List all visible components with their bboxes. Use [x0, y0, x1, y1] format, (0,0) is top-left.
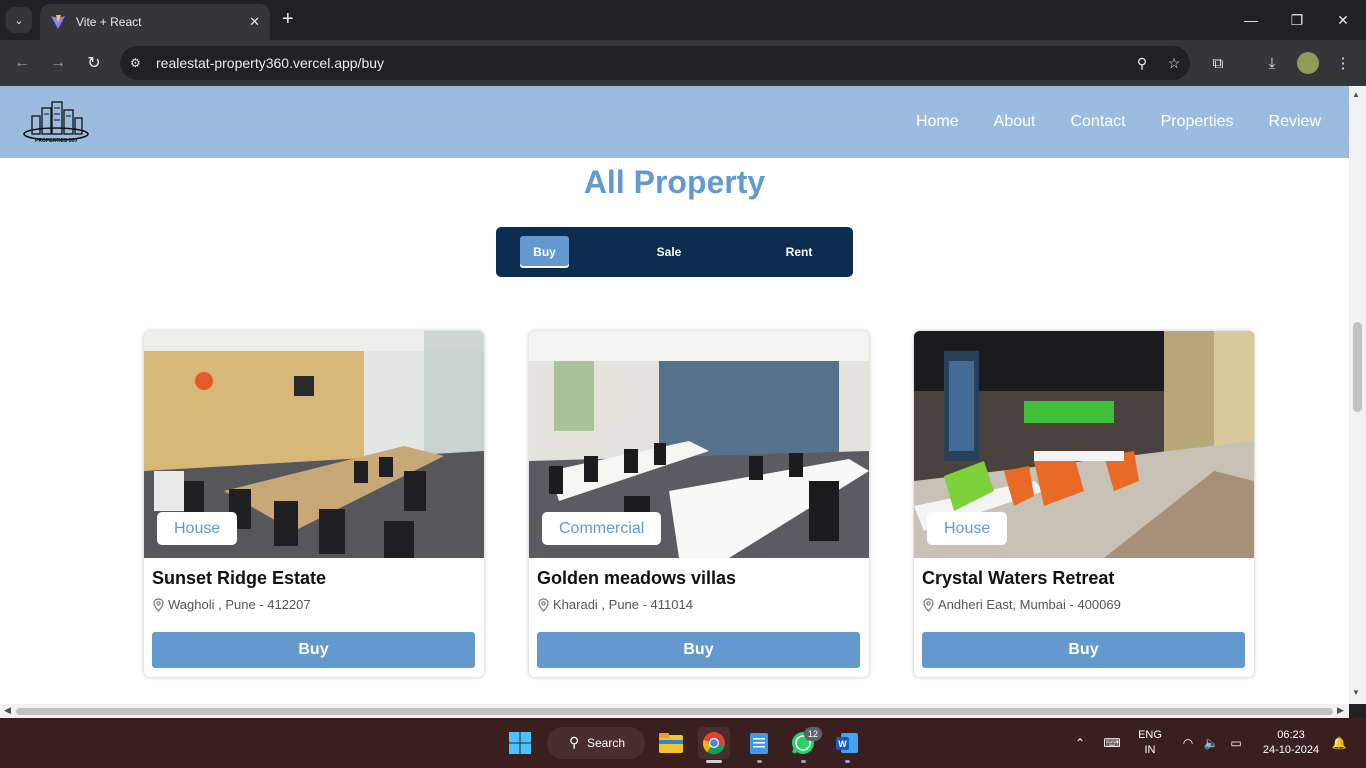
word-icon[interactable]: W — [831, 727, 863, 759]
forward-arrow-icon[interactable]: → — [47, 52, 69, 74]
location-pin-icon — [153, 597, 164, 612]
vertical-scroll-thumb[interactable] — [1353, 322, 1362, 412]
chrome-running-indicator — [706, 760, 722, 763]
address-bar[interactable]: ⚙ realestat-property360.vercel.app/buy ⚲… — [120, 46, 1190, 80]
nav-home[interactable]: Home — [916, 113, 959, 131]
notepad-running-indicator — [757, 760, 762, 763]
tray-overflow-chevron-icon[interactable]: ⌃ — [1068, 718, 1092, 768]
buy-button[interactable]: Buy — [152, 632, 475, 668]
nav-review[interactable]: Review — [1269, 113, 1321, 131]
volume-icon[interactable]: 🔈 — [1200, 718, 1222, 768]
location-text: Wagholi , Pune - 412207 — [168, 597, 311, 612]
region-code: IN — [1144, 744, 1156, 756]
minimize-icon[interactable]: — — [1228, 0, 1274, 40]
page-viewport: PROPERTIES 360 Home About Contact Proper… — [0, 86, 1349, 704]
vite-logo-icon — [51, 15, 65, 29]
site-header: PROPERTIES 360 Home About Contact Proper… — [0, 86, 1349, 158]
wifi-icon[interactable]: ◠ — [1177, 718, 1199, 768]
menu-kebab-icon[interactable]: ⋮ — [1330, 50, 1356, 76]
whatsapp-unread-badge: 12 — [804, 727, 822, 741]
clock-date: 24-10-2024 — [1262, 744, 1320, 756]
site-logo[interactable]: PROPERTIES 360 — [22, 100, 90, 144]
bookmark-star-icon[interactable]: ☆ — [1158, 55, 1190, 72]
keyboard-icon[interactable]: ⌨ — [1100, 718, 1124, 768]
property-location: Kharadi , Pune - 411014 — [537, 597, 693, 612]
location-text: Kharadi , Pune - 411014 — [553, 597, 693, 612]
filter-segment: Buy Sale Rent — [496, 227, 853, 277]
extensions-icon[interactable]: ⧉ — [1205, 50, 1231, 76]
svg-text:W: W — [838, 739, 847, 749]
search-icon: ⚲ — [569, 734, 580, 750]
back-arrow-icon[interactable]: ← — [11, 52, 33, 74]
taskbar-clock[interactable]: 06:23 24-10-2024 — [1256, 728, 1326, 758]
nav-contact[interactable]: Contact — [1070, 113, 1125, 131]
browser-toolbar: ← → ↻ ⚙ realestat-property360.vercel.app… — [0, 40, 1366, 86]
property-type-tag: House — [927, 512, 1008, 545]
browser-tab-strip: ⌄ Vite + React ✕ + — ❐ ✕ — [0, 0, 1366, 40]
property-location: Wagholi , Pune - 412207 — [152, 597, 311, 612]
clock-time: 06:23 — [1277, 729, 1305, 741]
nav-properties[interactable]: Properties — [1161, 113, 1234, 131]
whatsapp-running-indicator — [801, 760, 806, 763]
scroll-up-arrow-icon[interactable]: ▲ — [1352, 90, 1360, 99]
nav-about[interactable]: About — [994, 113, 1036, 131]
property-title: Golden meadows villas — [537, 568, 737, 588]
horizontal-scroll-thumb[interactable] — [16, 708, 1333, 715]
windows-taskbar: ⚲ Search W ⌃ ⌨ ENG IN ◠ 🔈 ▭ 06:23 24-10-… — [0, 718, 1366, 768]
logo-text: PROPERTIES 360 — [35, 138, 77, 144]
scroll-left-arrow-icon[interactable]: ◀ — [4, 705, 11, 716]
vertical-scrollbar[interactable]: ▲ ▼ — [1349, 86, 1366, 704]
site-info-icon[interactable]: ⚙ — [130, 56, 150, 70]
property-card[interactable]: Commercial Golden meadows villas Kharadi… — [529, 331, 869, 677]
new-tab-plus-icon[interactable]: + — [282, 8, 294, 30]
battery-icon[interactable]: ▭ — [1224, 718, 1248, 768]
property-title: Sunset Ridge Estate — [152, 568, 327, 588]
language-code: ENG — [1138, 729, 1162, 741]
filter-buy-button[interactable]: Buy — [520, 236, 569, 268]
property-title: Crystal Waters Retreat — [922, 568, 1115, 588]
chrome-icon[interactable] — [698, 727, 730, 759]
browser-tab[interactable]: Vite + React ✕ — [40, 4, 270, 40]
close-window-icon[interactable]: ✕ — [1320, 0, 1366, 40]
zoom-icon[interactable]: ⚲ — [1126, 55, 1158, 72]
filter-rent-button[interactable]: Rent — [774, 236, 824, 268]
search-label: Search — [587, 736, 626, 750]
horizontal-scrollbar[interactable]: ◀ ▶ — [0, 704, 1349, 718]
buy-button[interactable]: Buy — [922, 632, 1245, 668]
buy-button[interactable]: Buy — [537, 632, 860, 668]
notepad-icon[interactable] — [743, 727, 775, 759]
tab-close-icon[interactable]: ✕ — [249, 14, 260, 30]
restore-icon[interactable]: ❐ — [1274, 0, 1320, 40]
page-title: All Property — [583, 164, 766, 200]
property-card[interactable]: House Crystal Waters Retreat Andheri Eas… — [914, 331, 1254, 677]
property-card[interactable]: House Sunset Ridge Estate Wagholi , Pune… — [144, 331, 484, 677]
property-type-tag: House — [157, 512, 238, 545]
property-type-tag: Commercial — [542, 512, 662, 545]
tab-search-chevron-icon[interactable]: ⌄ — [6, 7, 32, 33]
scroll-down-arrow-icon[interactable]: ▼ — [1352, 688, 1360, 697]
property-location: Andheri East, Mumbai - 400069 — [922, 597, 1121, 612]
scroll-right-arrow-icon[interactable]: ▶ — [1337, 705, 1344, 716]
tab-title: Vite + React — [76, 15, 142, 29]
location-pin-icon — [538, 597, 549, 612]
url-text[interactable]: realestat-property360.vercel.app/buy — [156, 55, 1126, 71]
file-explorer-icon[interactable] — [655, 727, 687, 759]
language-indicator[interactable]: ENG IN — [1130, 718, 1170, 768]
notification-bell-icon[interactable]: 🔔 — [1328, 718, 1350, 768]
location-pin-icon — [923, 597, 934, 612]
taskbar-search[interactable]: ⚲ Search — [547, 727, 645, 759]
download-icon[interactable]: ⤓ — [1259, 50, 1285, 76]
location-text: Andheri East, Mumbai - 400069 — [938, 597, 1121, 612]
main-nav: Home About Contact Properties Review — [881, 86, 1321, 158]
profile-avatar[interactable] — [1295, 50, 1321, 76]
windows-start-icon[interactable] — [504, 727, 536, 759]
window-controls: — ❐ ✕ — [1228, 0, 1366, 40]
filter-sale-button[interactable]: Sale — [644, 236, 694, 268]
word-running-indicator — [845, 760, 850, 763]
reload-icon[interactable]: ↻ — [83, 52, 105, 74]
